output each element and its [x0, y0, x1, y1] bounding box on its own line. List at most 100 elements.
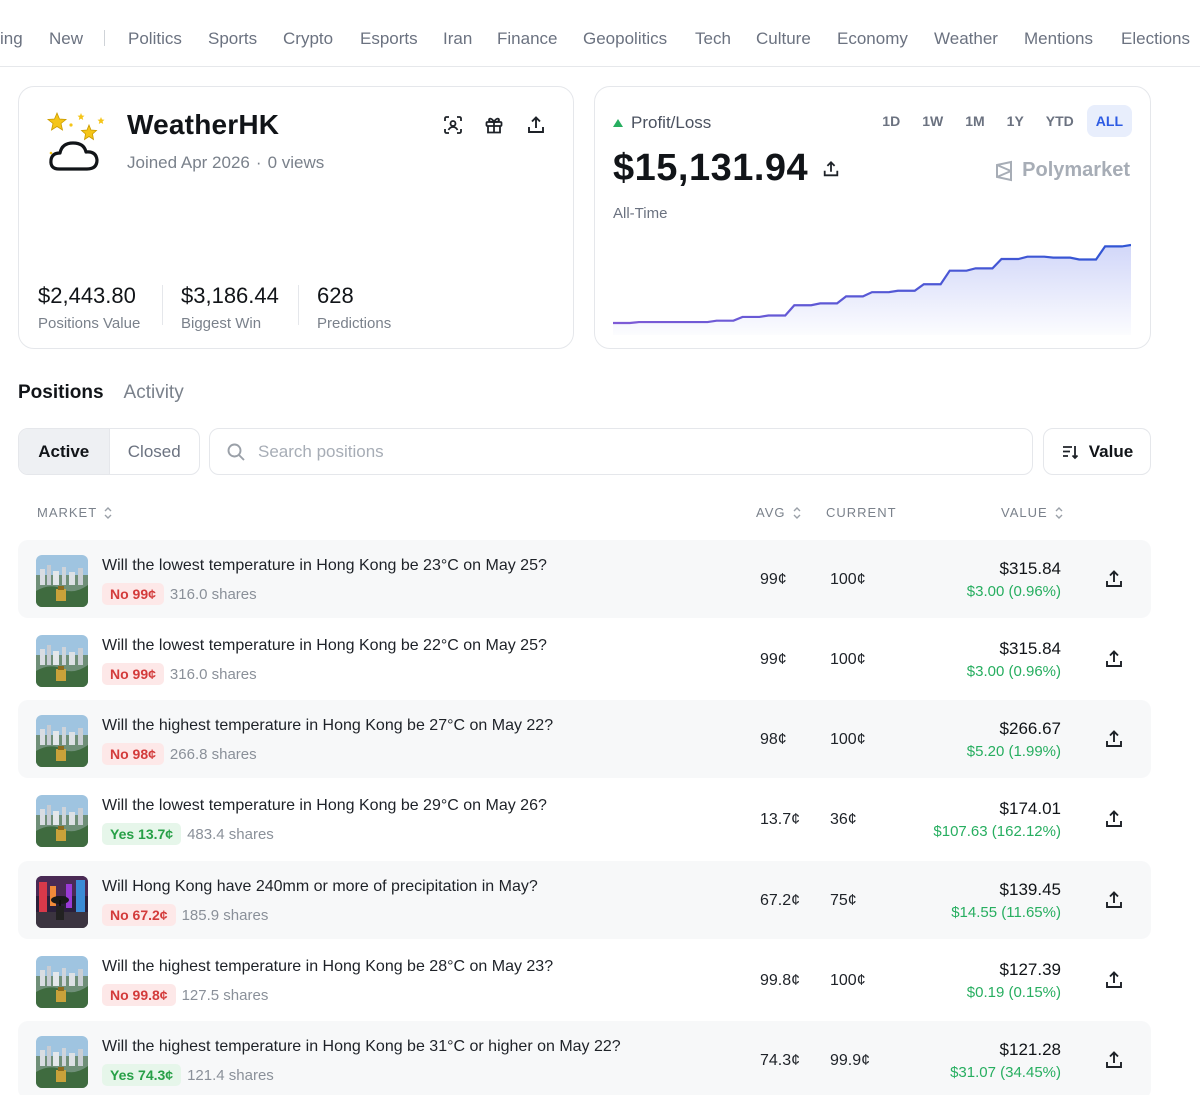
share-position-button[interactable] — [1104, 569, 1124, 589]
stat-label: Biggest Win — [181, 315, 262, 332]
table-row[interactable]: Will the highest temperature in Hong Kon… — [18, 1021, 1151, 1095]
scan-button[interactable] — [441, 113, 465, 137]
market-title[interactable]: Will the highest temperature in Hong Kon… — [102, 717, 553, 735]
position-value: $121.28 — [999, 1040, 1061, 1059]
sort-button[interactable]: Value — [1043, 428, 1151, 475]
position-meta: Yes 74.3¢ 121.4 shares — [102, 1064, 274, 1086]
share-count: 316.0 shares — [169, 585, 257, 603]
market-thumbnail — [36, 876, 88, 928]
avg-price: 74.3¢ — [760, 1052, 801, 1069]
nav-item-sports[interactable]: Sports — [208, 29, 257, 49]
nav-item-weather[interactable]: Weather — [934, 29, 998, 49]
range-1m[interactable]: 1M — [956, 105, 993, 137]
tab-activity[interactable]: Activity — [124, 382, 184, 404]
range-all[interactable]: ALL — [1086, 105, 1132, 137]
market-thumbnail-icon — [36, 876, 88, 928]
column-market[interactable]: MARKET — [37, 505, 113, 520]
share-position-button[interactable] — [1104, 809, 1124, 829]
profit-loss-card: Profit/Loss 1D 1W 1M 1Y YTD ALL $15,131.… — [594, 86, 1151, 349]
column-avg[interactable]: AVG — [756, 505, 802, 520]
market-title[interactable]: Will Hong Kong have 240mm or more of pre… — [102, 878, 538, 896]
market-thumbnail — [36, 1036, 88, 1088]
polymarket-icon — [996, 160, 1013, 181]
share-count: 185.9 shares — [181, 906, 269, 924]
table-row[interactable]: Will the highest temperature in Hong Kon… — [18, 700, 1151, 778]
filter-closed[interactable]: Closed — [110, 429, 200, 474]
current-price: 100¢ — [830, 571, 866, 588]
time-range-selector: 1D 1W 1M 1Y YTD ALL — [873, 105, 1132, 137]
range-1w[interactable]: 1W — [913, 105, 952, 137]
search-input[interactable] — [258, 441, 958, 462]
profile-meta: Joined Apr 2026 · 0 views — [127, 153, 324, 173]
market-thumbnail — [36, 635, 88, 687]
share-icon — [1106, 730, 1122, 747]
stat-divider — [162, 285, 163, 325]
category-nav: ing New Politics Sports Crypto Esports I… — [0, 0, 1200, 67]
tab-positions[interactable]: Positions — [18, 382, 104, 404]
nav-item-esports[interactable]: Esports — [360, 29, 418, 49]
pnl-amount: $15,131.94 — [613, 147, 809, 189]
filter-active[interactable]: Active — [19, 429, 110, 474]
gift-button[interactable] — [482, 113, 506, 137]
nav-item-iran[interactable]: Iran — [443, 29, 472, 49]
nav-item-economy[interactable]: Economy — [837, 29, 908, 49]
share-icon — [1106, 570, 1122, 587]
nav-item-politics[interactable]: Politics — [128, 29, 182, 49]
column-avg-label: AVG — [756, 505, 786, 520]
pnl-label: Profit/Loss — [631, 113, 712, 132]
scan-face-icon — [444, 116, 462, 134]
meta-separator: · — [255, 153, 262, 172]
market-title[interactable]: Will the highest temperature in Hong Kon… — [102, 1038, 621, 1056]
nav-item-tech[interactable]: Tech — [695, 29, 731, 49]
outcome-badge: No 99.8¢ — [102, 984, 176, 1006]
share-position-button[interactable] — [1104, 649, 1124, 669]
share-position-button[interactable] — [1104, 970, 1124, 990]
market-title[interactable]: Will the highest temperature in Hong Kon… — [102, 958, 553, 976]
share-pnl-icon[interactable] — [822, 160, 840, 178]
nav-item-new[interactable]: New — [49, 29, 83, 49]
share-profile-button[interactable] — [524, 113, 548, 137]
avg-price: 99¢ — [760, 651, 787, 668]
range-1y[interactable]: 1Y — [998, 105, 1033, 137]
profile-tabs: Positions Activity — [18, 382, 184, 404]
share-icon — [1106, 971, 1122, 988]
position-meta: No 67.2¢ 185.9 shares — [102, 904, 268, 926]
nav-item-trending[interactable]: ing — [0, 29, 23, 49]
avg-price: 99.8¢ — [760, 972, 801, 989]
cloud-stars-icon — [46, 111, 105, 171]
stat-divider — [298, 285, 299, 325]
market-title[interactable]: Will the lowest temperature in Hong Kong… — [102, 557, 547, 575]
current-price: 75¢ — [830, 892, 857, 909]
range-1d[interactable]: 1D — [873, 105, 909, 137]
nav-divider — [104, 30, 105, 46]
nav-item-mentions[interactable]: Mentions — [1024, 29, 1093, 49]
nav-item-finance[interactable]: Finance — [497, 29, 557, 49]
share-position-button[interactable] — [1104, 1050, 1124, 1070]
table-row[interactable]: Will the lowest temperature in Hong Kong… — [18, 620, 1151, 698]
column-value[interactable]: VALUE — [1001, 505, 1064, 520]
share-position-button[interactable] — [1104, 890, 1124, 910]
share-count: 121.4 shares — [187, 1066, 274, 1084]
avg-price: 99¢ — [760, 571, 787, 588]
position-meta: No 99¢ 316.0 shares — [102, 583, 257, 605]
trend-up-icon — [613, 119, 623, 127]
position-meta: No 98¢ 266.8 shares — [102, 743, 257, 765]
table-row[interactable]: Will the lowest temperature in Hong Kong… — [18, 540, 1151, 618]
market-thumbnail-icon — [36, 1036, 88, 1088]
market-title[interactable]: Will the lowest temperature in Hong Kong… — [102, 797, 547, 815]
table-row[interactable]: Will Hong Kong have 240mm or more of pre… — [18, 861, 1151, 939]
nav-item-elections[interactable]: Elections — [1121, 29, 1190, 49]
avg-price: 13.7¢ — [760, 811, 801, 828]
share-position-button[interactable] — [1104, 729, 1124, 749]
nav-item-culture[interactable]: Culture — [756, 29, 811, 49]
range-ytd[interactable]: YTD — [1037, 105, 1083, 137]
market-title[interactable]: Will the lowest temperature in Hong Kong… — [102, 637, 547, 655]
nav-item-geopolitics[interactable]: Geopolitics — [583, 29, 667, 49]
nav-item-crypto[interactable]: Crypto — [283, 29, 333, 49]
table-row[interactable]: Will the lowest temperature in Hong Kong… — [18, 780, 1151, 858]
share-icon — [528, 116, 544, 133]
table-row[interactable]: Will the highest temperature in Hong Kon… — [18, 941, 1151, 1019]
avg-price: 67.2¢ — [760, 892, 801, 909]
sort-icon — [1062, 445, 1078, 459]
stat-positions-value: $2,443.80 Positions Value — [38, 283, 140, 332]
